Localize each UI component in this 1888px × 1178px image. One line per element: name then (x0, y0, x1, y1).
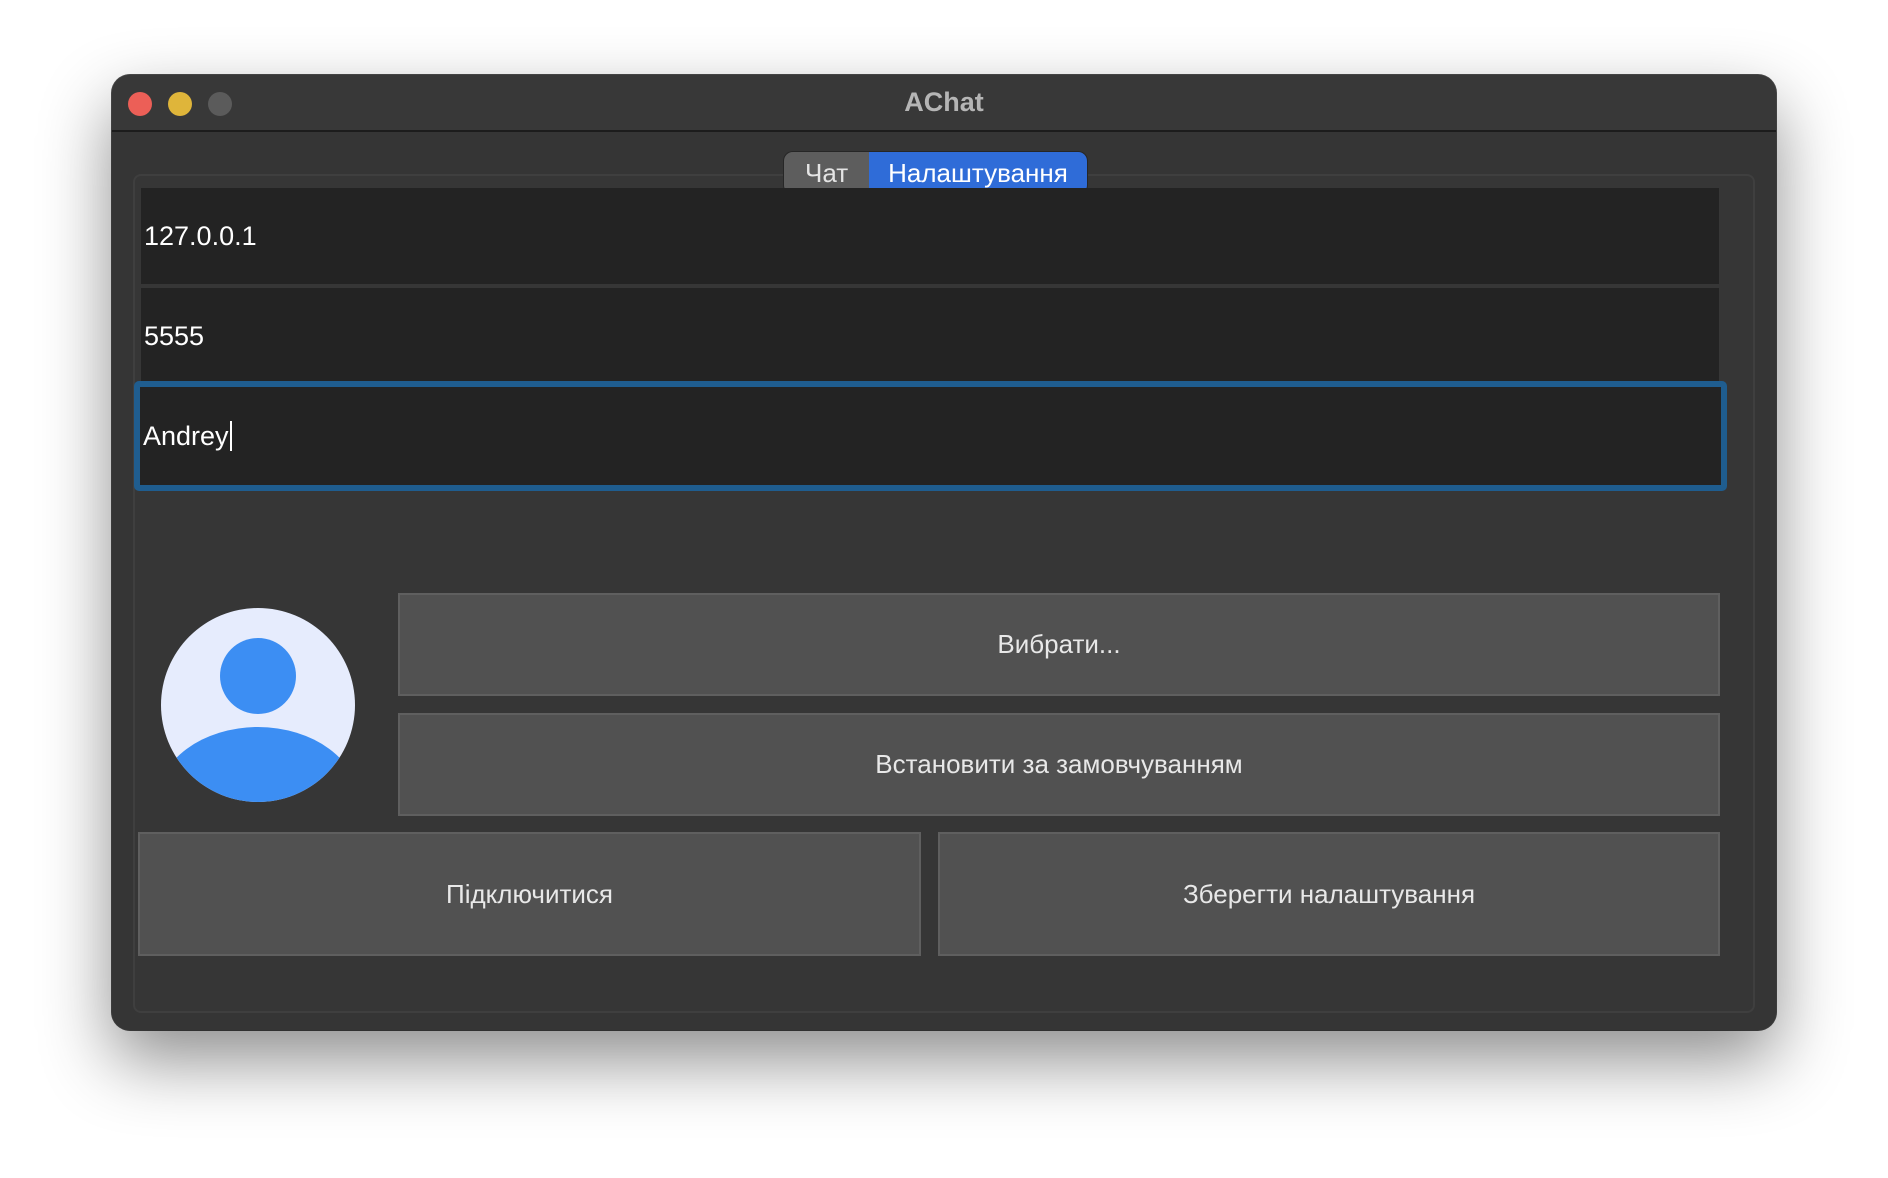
connect-button[interactable]: Підключитися (138, 832, 921, 956)
set-default-avatar-button[interactable]: Встановити за замовчуванням (398, 713, 1720, 816)
save-settings-button-label: Зберегти налаштування (1182, 878, 1476, 909)
avatar-body-shape (161, 727, 355, 802)
avatar-head-shape (220, 638, 296, 714)
host-input[interactable]: 127.0.0.1 (141, 188, 1719, 284)
username-input[interactable]: Andrey (134, 381, 1727, 491)
choose-avatar-button[interactable]: Вибрати... (398, 593, 1720, 696)
port-input-value: 5555 (144, 320, 205, 351)
app-window: AChat Чат Налаштування 127.0.0.1 5555 An… (112, 75, 1776, 1030)
window-title: AChat (904, 87, 984, 117)
host-input-value: 127.0.0.1 (144, 220, 257, 251)
port-input[interactable]: 5555 (141, 288, 1719, 384)
username-input-value: Andrey (143, 420, 229, 451)
text-caret (229, 421, 232, 451)
title-bar: AChat (112, 75, 1776, 132)
save-settings-button[interactable]: Зберегти налаштування (938, 832, 1720, 956)
user-avatar-icon (161, 608, 355, 802)
choose-avatar-button-label: Вибрати... (997, 629, 1121, 659)
set-default-avatar-button-label: Встановити за замовчуванням (875, 749, 1243, 779)
connect-button-label: Підключитися (446, 878, 613, 909)
